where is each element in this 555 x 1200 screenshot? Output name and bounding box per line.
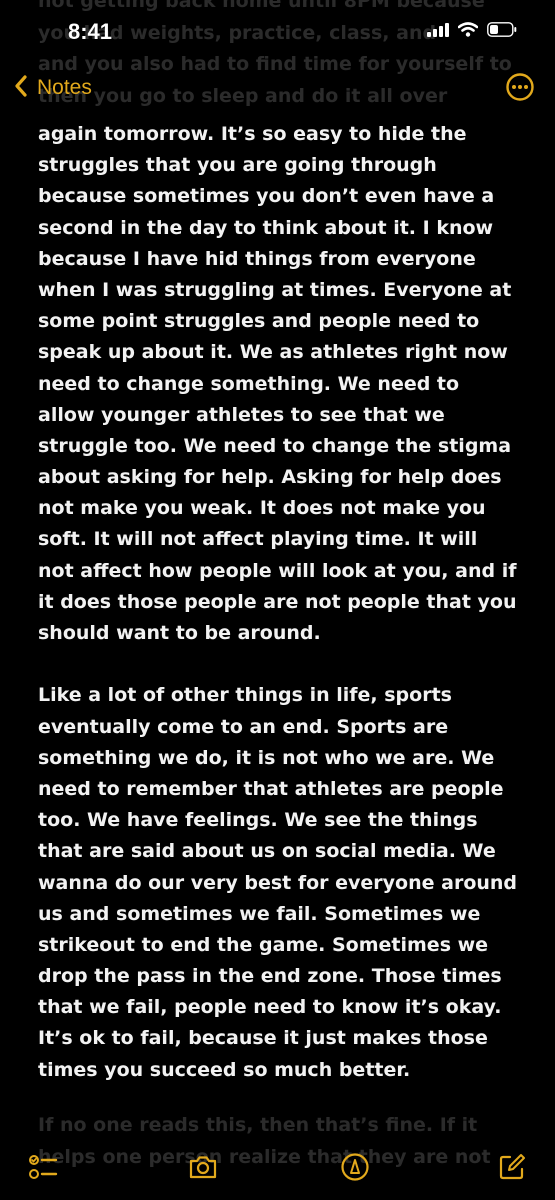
checklist-button[interactable] [28,1152,58,1182]
faded-line: If no one reads this, then that’s fine. … [38,1114,478,1136]
markup-pen-icon [340,1152,370,1182]
note-line: struggles that you are going through [38,154,437,177]
note-line: it does those people are not people that… [38,590,517,613]
note-line: need to remember that athletes are peopl… [38,777,504,800]
note-line: not make you weak. It does not make you [38,497,486,520]
note-line: allow younger athletes to see that we [38,403,445,426]
note-line: struggle too. We need to change the stig… [38,434,512,457]
nav-bar: Notes [0,66,555,118]
note-line: because sometimes you don’t even have a [38,185,495,208]
note-line: something we do, it is not who we are. W… [38,746,495,769]
note-line: should want to be around. [38,622,321,644]
note-line: not affect how people will look at you, … [38,559,517,582]
note-line: wanna do our very best for everyone arou… [38,871,518,894]
battery-icon [487,22,517,41]
chevron-left-icon [14,75,28,101]
note-line: eventually come to an end. Sports are [38,715,449,738]
note-line: soft. It will not affect playing time. I… [38,528,478,551]
signal-icon [427,22,449,41]
note-line: us and sometimes we fail. Sometimes we [38,902,481,925]
note-line: times you succeed so much better. [38,1058,411,1081]
note-line: speak up about it. We as athletes right … [38,341,508,364]
note-line: too. We have feelings. We see the things [38,809,478,832]
wifi-icon [457,22,479,41]
faded-bottom-text: If no one reads this, then that’s fine. … [38,1110,491,1173]
more-options-button[interactable] [505,72,535,102]
note-line: strikeout to end the game. Sometimes we [38,933,489,956]
note-line: drop the pass in the end zone. Those tim… [38,965,502,988]
note-line: need to change something. We need to [38,372,460,395]
back-label: Notes [37,76,92,99]
note-line: Like a lot of other things in life, spor… [38,684,452,707]
note-line: some point struggles and people need to [38,310,480,333]
note-line: that we fail, people need to know it’s o… [38,996,502,1019]
note-line: when I was struggling at times. Everyone… [38,278,512,301]
camera-icon [188,1152,218,1182]
checklist-icon [28,1152,58,1182]
ellipsis-circle-icon [505,73,535,106]
faded-line: helps one person realize that they are n… [38,1145,491,1168]
note-blank-line [38,649,538,680]
status-time: 8:41 [68,19,113,44]
compose-button[interactable] [497,1152,527,1182]
note-line: about asking for help. Asking for help d… [38,466,502,489]
markup-button[interactable] [340,1152,370,1182]
note-body[interactable]: again tomorrow. It’s so easy to hide the… [38,119,538,1086]
compose-icon [497,1152,527,1182]
note-line: again tomorrow. It’s so easy to hide the [38,123,467,145]
note-line: second in the day to think about it. I k… [38,216,494,239]
note-line: because I have hid things from everyone [38,247,476,270]
camera-button[interactable] [188,1152,218,1182]
status-bar: 8:41 [0,0,555,66]
note-line: that are said about us on social media. … [38,840,496,863]
back-to-notes-button[interactable]: Notes [14,75,92,101]
note-line: It’s ok to fail, because it just makes t… [38,1027,488,1050]
status-icons [427,22,517,41]
bottom-toolbar [0,1153,555,1181]
